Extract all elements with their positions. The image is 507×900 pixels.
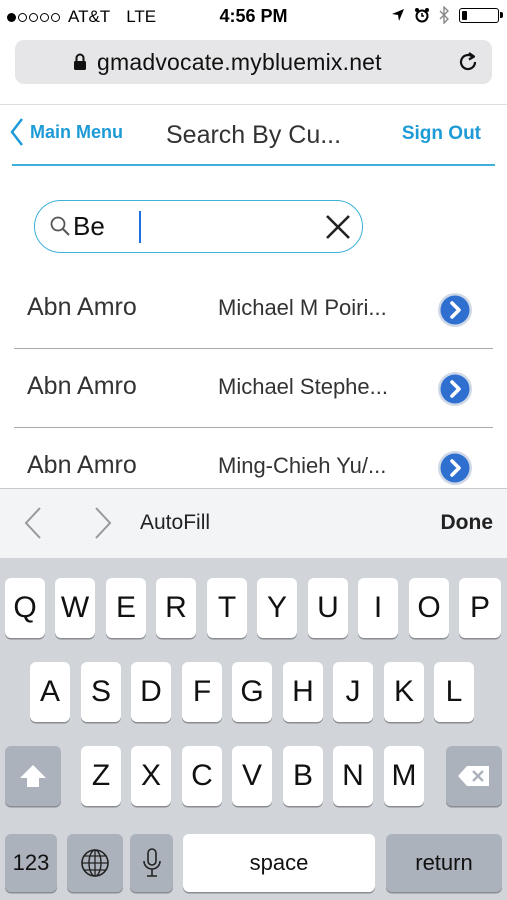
list-item[interactable]: Abn Amro Michael M Poiri... [0, 270, 507, 349]
key-r[interactable]: R [156, 578, 196, 638]
key-j[interactable]: J [333, 662, 373, 722]
chevron-right-circle-icon[interactable] [437, 371, 473, 407]
contact-name: Ming-Chieh Yu/... [218, 453, 387, 478]
chevron-right-circle-icon[interactable] [437, 450, 473, 486]
key-i[interactable]: I [358, 578, 398, 638]
alarm-icon [415, 8, 429, 23]
app-header: Main Menu Search By Cu... Sign Out [0, 104, 507, 167]
key-u[interactable]: U [308, 578, 348, 638]
done-button[interactable]: Done [441, 511, 494, 535]
search-field[interactable] [34, 200, 363, 253]
status-right [391, 6, 503, 24]
key-w[interactable]: W [55, 578, 95, 638]
delete-key[interactable] [446, 746, 502, 806]
magnifier-icon [50, 216, 70, 236]
results-list: Abn Amro Michael M Poiri... Abn Amro Mic… [0, 270, 507, 507]
contact-name: Michael Stephe... [218, 374, 388, 399]
back-label: Main Menu [30, 121, 123, 142]
location-arrow-icon [392, 9, 404, 21]
battery-icon [459, 7, 503, 23]
autofill-button[interactable]: AutoFill [140, 511, 210, 535]
address-bar[interactable]: gmadvocate.mybluemix.net [15, 40, 492, 84]
key-f[interactable]: F [182, 662, 222, 722]
status-bar: AT&T LTE 4:56 PM [0, 0, 507, 34]
search-input[interactable] [73, 209, 313, 243]
key-n[interactable]: N [333, 746, 373, 806]
globe-key[interactable] [67, 834, 123, 892]
chevron-left-icon [10, 118, 23, 146]
next-field-icon[interactable] [92, 505, 114, 541]
key-h[interactable]: H [283, 662, 323, 722]
shift-key[interactable] [5, 746, 61, 806]
key-s[interactable]: S [81, 662, 121, 722]
url-text[interactable]: gmadvocate.mybluemix.net [97, 49, 382, 76]
key-t[interactable]: T [207, 578, 247, 638]
list-item[interactable]: Abn Amro Michael Stephe... [0, 349, 507, 428]
clear-icon[interactable] [324, 213, 352, 241]
account-name: Abn Amro [27, 372, 137, 400]
key-a[interactable]: A [30, 662, 70, 722]
key-v[interactable]: V [232, 746, 272, 806]
globe-icon [81, 849, 109, 877]
sign-out-button[interactable]: Sign Out [402, 123, 481, 145]
dictation-key[interactable] [130, 834, 173, 892]
backspace-icon [458, 766, 489, 786]
page-title: Search By Cu... [166, 121, 342, 149]
keyboard-accessory-bar: AutoFill Done [0, 488, 507, 559]
key-q[interactable]: Q [5, 578, 45, 638]
previous-field-icon[interactable] [22, 505, 44, 541]
main-menu-back-button[interactable]: Main Menu [10, 117, 123, 147]
numbers-key[interactable]: 123 [5, 834, 57, 892]
key-g[interactable]: G [232, 662, 272, 722]
shift-icon [20, 765, 46, 787]
key-d[interactable]: D [131, 662, 171, 722]
key-m[interactable]: M [384, 746, 424, 806]
return-key[interactable]: return [386, 834, 502, 892]
reload-icon[interactable] [456, 50, 480, 74]
key-l[interactable]: L [434, 662, 474, 722]
key-x[interactable]: X [131, 746, 171, 806]
bluetooth-icon [439, 6, 449, 24]
account-name: Abn Amro [27, 451, 137, 479]
chevron-right-circle-icon[interactable] [437, 292, 473, 328]
keyboard: Q W E R T Y U I O P A S D F G H J K L Z … [0, 558, 507, 900]
key-z[interactable]: Z [81, 746, 121, 806]
key-p[interactable]: P [459, 578, 501, 638]
key-k[interactable]: K [384, 662, 424, 722]
key-c[interactable]: C [182, 746, 222, 806]
space-key[interactable]: space [183, 834, 375, 892]
key-o[interactable]: O [409, 578, 449, 638]
key-b[interactable]: B [283, 746, 323, 806]
text-caret [139, 211, 141, 243]
key-y[interactable]: Y [257, 578, 297, 638]
microphone-icon [142, 848, 161, 877]
lock-icon [74, 53, 86, 70]
header-divider [12, 164, 495, 166]
contact-name: Michael M Poiri... [218, 295, 387, 320]
account-name: Abn Amro [27, 293, 137, 321]
key-e[interactable]: E [106, 578, 146, 638]
